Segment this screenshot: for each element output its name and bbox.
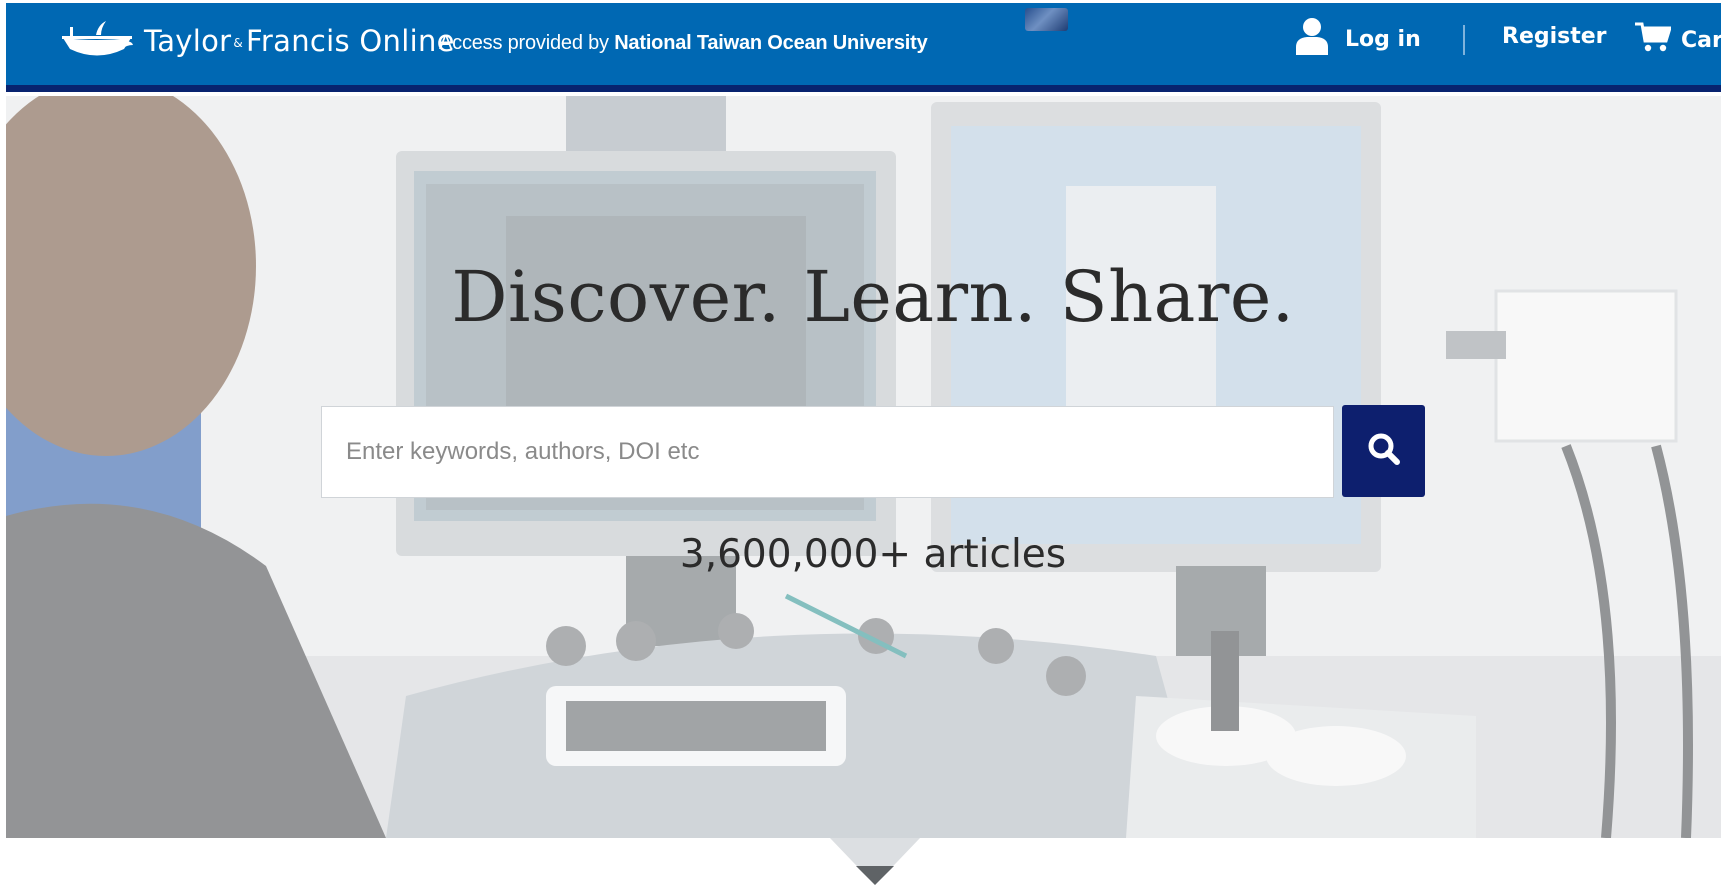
cart-link[interactable]: Cart [1635,21,1721,59]
chevron-down-shadow [856,866,894,885]
search-input[interactable] [322,407,1333,497]
site-logo[interactable]: Taylor & Francis Online [60,19,455,63]
institution-name: National Taiwan Ocean University [614,32,928,54]
cart-label: Cart [1681,27,1721,53]
login-link[interactable]: Log in [1295,17,1421,61]
user-icon [1295,17,1345,61]
access-provided-notice: Access provided by National Taiwan Ocean… [439,32,928,55]
site-logo-text: Taylor & Francis Online [144,24,455,58]
institution-logo [1025,8,1068,31]
page: Taylor & Francis Online Access provided by… [0,0,1721,885]
cart-icon [1635,21,1681,59]
nav-divider [1463,25,1465,55]
search-icon [1366,431,1402,472]
search-box [321,406,1334,498]
hero-banner: Discover. Learn. Share. 3,600,000+ artic… [6,96,1721,838]
articles-count: 3,600,000+ articles [679,532,1067,577]
login-label: Log in [1345,26,1421,52]
hero-title: Discover. Learn. Share. [451,256,1295,338]
register-link[interactable]: Register [1502,24,1607,49]
search-button[interactable] [1342,405,1425,497]
access-prefix: Access provided by [439,32,609,54]
site-header: Taylor & Francis Online Access provided by… [6,3,1721,92]
lamp-logo-icon [60,19,134,63]
